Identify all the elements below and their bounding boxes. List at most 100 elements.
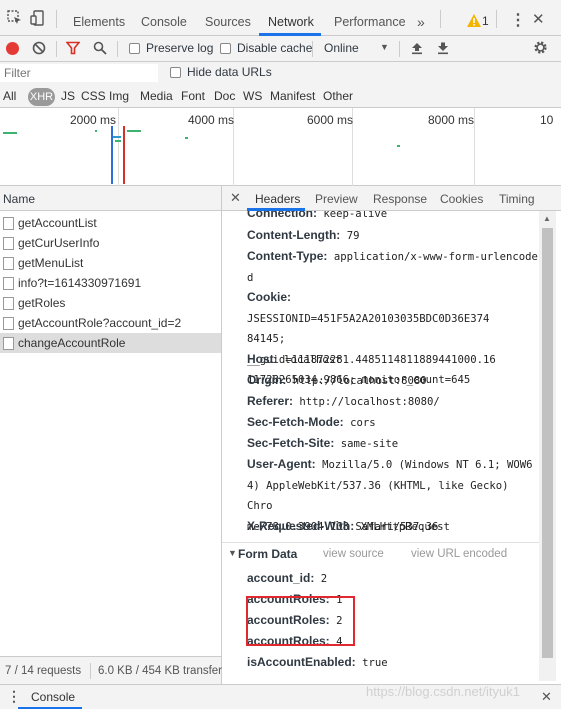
request-row[interactable]: getRoles	[0, 293, 221, 313]
tab-sources[interactable]: Sources	[205, 0, 251, 36]
timeline-gridline	[118, 108, 119, 186]
type-ws[interactable]: WS	[243, 89, 262, 103]
tab-network[interactable]: Network	[268, 0, 314, 36]
record-icon[interactable]	[6, 42, 19, 55]
header-row: Content-Type: application/x-www-form-url…	[247, 249, 538, 284]
timeline-tick-label: 10	[540, 113, 554, 127]
request-row[interactable]: getCurUserInfo	[0, 233, 221, 253]
request-row-selected[interactable]: changeAccountRole	[0, 333, 221, 353]
type-img[interactable]: Img	[109, 89, 129, 103]
tab-elements[interactable]: Elements	[73, 0, 125, 36]
preserve-log-checkbox[interactable]	[129, 43, 140, 54]
request-name: changeAccountRole	[18, 336, 126, 350]
import-har-icon[interactable]	[410, 41, 424, 55]
header-row: Sec-Fetch-Site: same-site	[247, 436, 399, 450]
disable-cache-checkbox[interactable]	[220, 43, 231, 54]
clear-icon[interactable]	[32, 41, 46, 55]
timeline-bar	[127, 130, 141, 132]
close-detail-icon[interactable]: ✕	[230, 190, 241, 206]
view-source-link[interactable]: view source	[323, 548, 384, 560]
gear-icon[interactable]	[533, 40, 548, 55]
tab-cookies[interactable]: Cookies	[440, 192, 483, 206]
timeline-tick-label: 8000 ms	[428, 113, 475, 127]
type-manifest[interactable]: Manifest	[270, 89, 315, 103]
request-row[interactable]: getAccountList	[0, 213, 221, 233]
preserve-log-label: Preserve log	[146, 41, 214, 55]
request-name: getAccountRole?account_id=2	[18, 316, 182, 330]
header-row: X-Requested-With: XMLHttpRequest	[247, 519, 450, 533]
tab-preview[interactable]: Preview	[315, 192, 358, 206]
drawer-tab-console[interactable]: Console	[31, 690, 75, 704]
request-name: getAccountList	[18, 216, 97, 230]
throttling-select[interactable]: Online	[324, 41, 359, 55]
timeline-bar	[115, 140, 121, 142]
request-count: 7 / 14 requests	[5, 665, 82, 677]
request-name: getRoles	[18, 296, 66, 310]
file-icon	[3, 217, 14, 230]
annotation-highlight-box	[246, 596, 355, 646]
type-media[interactable]: Media	[140, 89, 173, 103]
request-name: getMenuList	[18, 256, 84, 270]
disable-cache-label: Disable cache	[237, 41, 313, 55]
chevron-down-icon[interactable]: ▼	[380, 42, 389, 52]
type-js[interactable]: JS	[61, 89, 75, 103]
triangle-down-icon[interactable]: ▼	[228, 548, 237, 558]
inspect-element-icon[interactable]	[7, 10, 23, 26]
timeline-bar	[3, 132, 17, 134]
section-divider	[222, 542, 539, 543]
drawer-menu-icon[interactable]: ⋮	[7, 688, 21, 705]
request-list: getAccountList getCurUserInfo getMenuLis…	[0, 211, 222, 656]
hide-data-urls-label: Hide data URLs	[187, 65, 272, 79]
timeline-bar	[95, 130, 97, 132]
tab-console[interactable]: Console	[141, 0, 187, 36]
view-url-encoded-link[interactable]: view URL encoded	[411, 548, 507, 560]
requests-header[interactable]: Name	[0, 186, 222, 211]
name-column-header[interactable]: Name	[3, 192, 35, 206]
type-all[interactable]: All	[3, 89, 16, 103]
close-drawer-icon[interactable]: ✕	[541, 689, 552, 705]
timeline-tick-label: 6000 ms	[307, 113, 354, 127]
file-icon	[3, 277, 14, 290]
type-other[interactable]: Other	[323, 89, 353, 103]
device-toolbar-icon[interactable]	[30, 10, 46, 26]
customize-menu-icon[interactable]: ⋮	[510, 10, 526, 30]
tab-timing[interactable]: Timing	[499, 192, 535, 206]
transfer-size: 6.0 KB / 454 KB transfer	[98, 665, 223, 677]
file-icon	[3, 337, 14, 350]
tab-performance[interactable]: Performance	[334, 0, 406, 36]
type-font[interactable]: Font	[181, 89, 205, 103]
type-xhr[interactable]: XHR	[28, 88, 55, 106]
warning-icon[interactable]	[467, 14, 481, 27]
request-row[interactable]: info?t=1614330971691	[0, 273, 221, 293]
hide-data-urls-checkbox[interactable]	[170, 67, 181, 78]
timeline-gridline	[474, 108, 475, 186]
network-toolbar: Preserve log Disable cache Online ▼	[0, 36, 561, 62]
scrollbar-thumb[interactable]	[542, 228, 553, 658]
export-har-icon[interactable]	[436, 41, 450, 55]
load-event-marker	[123, 126, 125, 184]
tab-response[interactable]: Response	[373, 192, 427, 206]
request-row[interactable]: getMenuList	[0, 253, 221, 273]
filter-input[interactable]	[0, 64, 158, 82]
warning-count[interactable]: 1	[482, 14, 489, 28]
request-row[interactable]: getAccountRole?account_id=2	[0, 313, 221, 333]
dom-content-loaded-marker	[111, 126, 113, 184]
close-devtools-icon[interactable]: ✕	[532, 10, 545, 28]
type-css[interactable]: CSS	[81, 89, 106, 103]
timeline-tick-label: 4000 ms	[188, 113, 235, 127]
scroll-up-icon[interactable]: ▲	[543, 214, 551, 223]
watermark: https://blog.csdn.net/ityuk1	[366, 684, 520, 699]
header-row: Origin: http://localhost:8080	[247, 373, 427, 387]
tab-headers[interactable]: Headers	[255, 192, 300, 206]
more-tabs-button[interactable]: »	[417, 0, 425, 36]
timeline-bar	[397, 145, 400, 147]
file-icon	[3, 257, 14, 270]
request-name: getCurUserInfo	[18, 236, 100, 250]
type-doc[interactable]: Doc	[214, 89, 235, 103]
timeline-tick-label: 2000 ms	[70, 113, 117, 127]
search-icon[interactable]	[93, 41, 107, 55]
form-data-title[interactable]: Form Data	[238, 547, 297, 561]
file-icon	[3, 237, 14, 250]
filter-icon[interactable]	[66, 41, 80, 55]
file-icon	[3, 297, 14, 310]
